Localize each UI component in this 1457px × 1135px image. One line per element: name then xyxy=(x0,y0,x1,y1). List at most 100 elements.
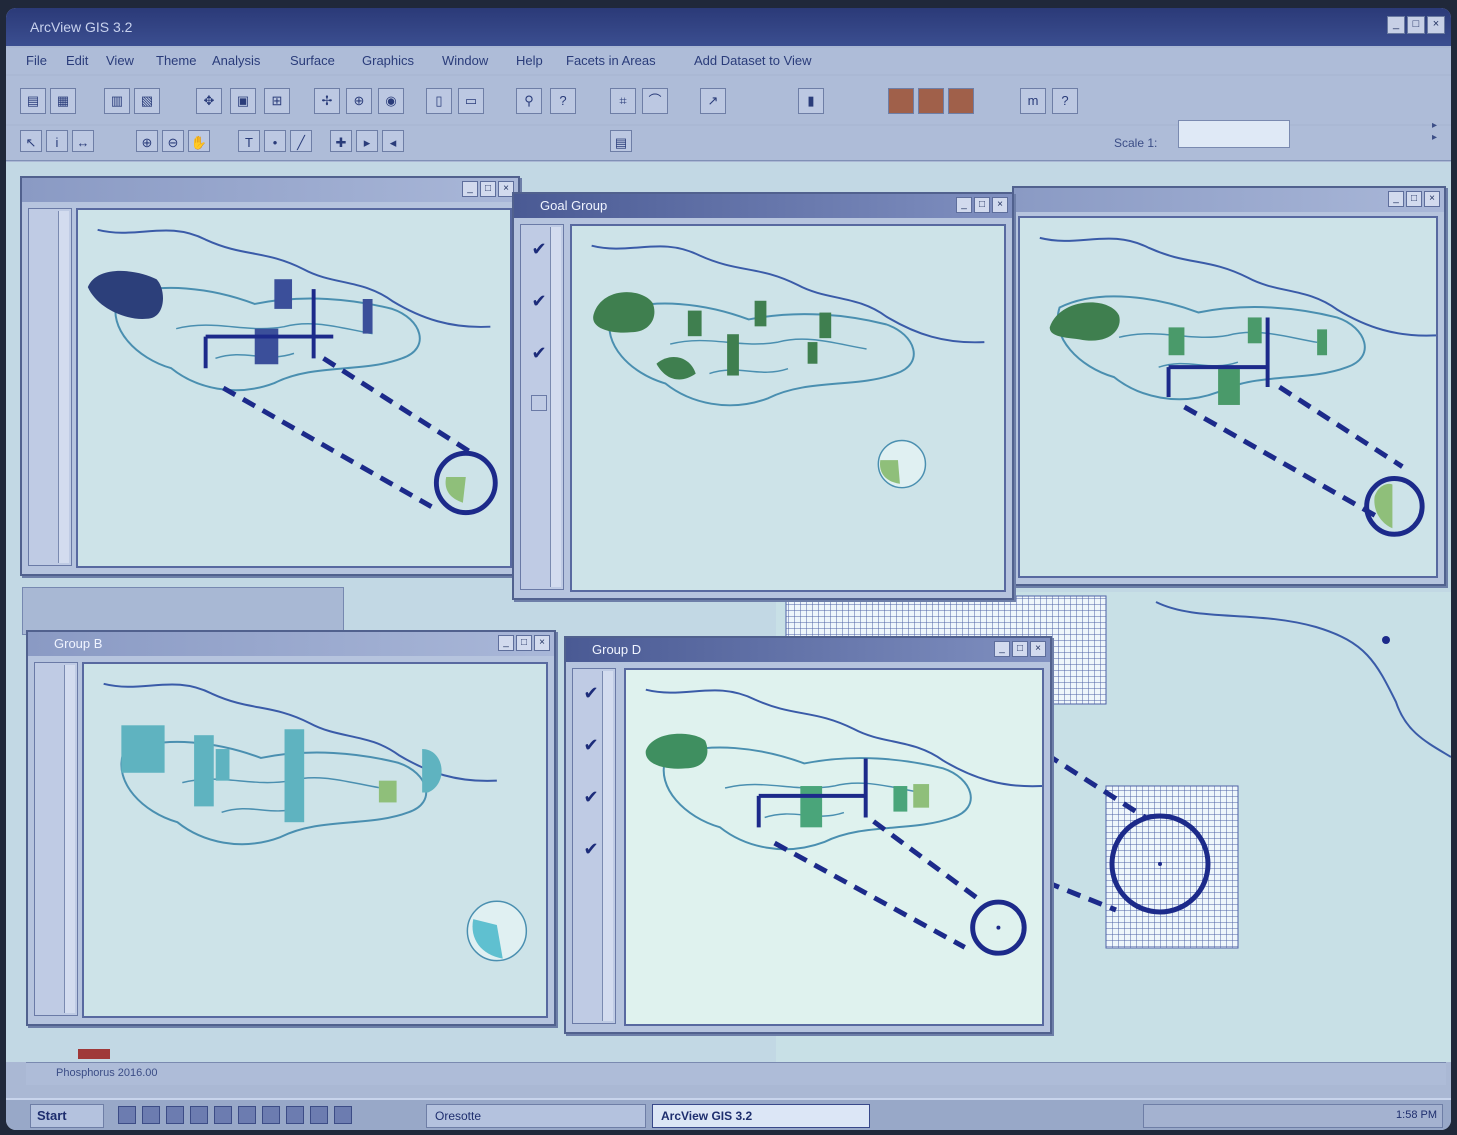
table-of-contents[interactable] xyxy=(28,208,72,566)
map-canvas[interactable] xyxy=(84,664,546,1016)
check-icon[interactable]: ✔ xyxy=(529,343,549,363)
check-icon[interactable]: ✔ xyxy=(581,683,601,703)
tool-icon[interactable]: ▧ xyxy=(134,88,160,114)
menu-graphics[interactable]: Graphics xyxy=(362,53,414,68)
tool-icon[interactable] xyxy=(918,88,944,114)
map-canvas[interactable] xyxy=(1020,218,1436,576)
scale-input[interactable] xyxy=(1178,120,1290,148)
menu-analysis[interactable]: Analysis xyxy=(212,53,260,68)
window-title[interactable]: Group D xyxy=(566,638,1050,662)
tool-icon[interactable]: ⊕ xyxy=(136,130,158,152)
tool-icon[interactable] xyxy=(948,88,974,114)
tool-icon[interactable]: T xyxy=(238,130,260,152)
quicklaunch-icon[interactable] xyxy=(214,1106,232,1124)
view-window-goal-group[interactable]: Goal Group _ □ × ✔ ✔ ✔ xyxy=(512,192,1014,600)
map-canvas[interactable] xyxy=(572,226,1004,590)
tool-icon[interactable]: ▯ xyxy=(426,88,452,114)
quicklaunch-icon[interactable] xyxy=(310,1106,328,1124)
tool-icon[interactable]: ⌗ xyxy=(610,88,636,114)
quicklaunch-icon[interactable] xyxy=(286,1106,304,1124)
tool-icon[interactable]: m xyxy=(1020,88,1046,114)
tool-icon[interactable]: ⌒ xyxy=(642,88,668,114)
close-icon[interactable]: × xyxy=(992,197,1008,213)
help-icon[interactable]: ? xyxy=(1052,88,1078,114)
quicklaunch-icon[interactable] xyxy=(190,1106,208,1124)
tool-icon[interactable] xyxy=(888,88,914,114)
window-title[interactable]: Group B xyxy=(28,632,554,656)
menu-surface[interactable]: Surface xyxy=(290,53,335,68)
table-of-contents[interactable]: ✔ ✔ ✔ ✔ xyxy=(572,668,616,1024)
tool-icon[interactable]: ✋ xyxy=(188,130,210,152)
tool-icon[interactable]: • xyxy=(264,130,286,152)
map-canvas[interactable] xyxy=(626,670,1042,1024)
view-window-3[interactable]: _ □ × xyxy=(1012,186,1446,586)
tool-icon[interactable]: ⚲ xyxy=(516,88,542,114)
tool-icon[interactable]: ✥ xyxy=(196,88,222,114)
taskbar-item[interactable]: Oresotte xyxy=(426,1104,646,1128)
tool-icon[interactable]: ▸ xyxy=(356,130,378,152)
app-close-icon[interactable]: × xyxy=(1427,16,1445,34)
app-maximize-icon[interactable]: □ xyxy=(1407,16,1425,34)
toc-scrollbar[interactable] xyxy=(64,665,75,1013)
map-display[interactable] xyxy=(1018,216,1438,578)
view-window-1[interactable]: _ □ × xyxy=(20,176,520,576)
quicklaunch-icon[interactable] xyxy=(118,1106,136,1124)
maximize-icon[interactable]: □ xyxy=(1406,191,1422,207)
start-button[interactable]: Start xyxy=(30,1104,104,1128)
menu-add-dataset[interactable]: Add Dataset to View xyxy=(694,53,812,68)
close-icon[interactable]: × xyxy=(534,635,550,651)
window-title[interactable]: Goal Group xyxy=(514,194,1012,218)
tool-icon[interactable]: ⊕ xyxy=(346,88,372,114)
minimize-icon[interactable]: _ xyxy=(956,197,972,213)
toc-scrollbar[interactable] xyxy=(58,211,69,563)
maximize-icon[interactable]: □ xyxy=(480,181,496,197)
toc-scrollbar[interactable] xyxy=(550,227,561,587)
minimize-icon[interactable]: _ xyxy=(994,641,1010,657)
tool-icon[interactable]: ◉ xyxy=(378,88,404,114)
tool-icon[interactable]: ◂ xyxy=(382,130,404,152)
quicklaunch-icon[interactable] xyxy=(142,1106,160,1124)
map-canvas[interactable] xyxy=(78,210,510,566)
check-icon[interactable]: ✔ xyxy=(581,787,601,807)
close-icon[interactable]: × xyxy=(1424,191,1440,207)
toc-scrollbar[interactable] xyxy=(602,671,613,1021)
check-icon[interactable]: ✔ xyxy=(529,291,549,311)
checkbox-unchecked[interactable] xyxy=(531,395,547,411)
menu-window[interactable]: Window xyxy=(442,53,488,68)
tool-icon[interactable]: ↔ xyxy=(72,130,94,152)
maximize-icon[interactable]: □ xyxy=(516,635,532,651)
minimize-icon[interactable]: _ xyxy=(462,181,478,197)
map-display[interactable] xyxy=(570,224,1006,592)
map-display[interactable] xyxy=(76,208,512,568)
tool-icon[interactable]: ▤ xyxy=(20,88,46,114)
check-icon[interactable]: ✔ xyxy=(581,735,601,755)
menu-view[interactable]: View xyxy=(106,53,134,68)
tool-icon[interactable]: ▮ xyxy=(798,88,824,114)
table-of-contents[interactable] xyxy=(34,662,78,1016)
tool-icon[interactable]: ✢ xyxy=(314,88,340,114)
quicklaunch-icon[interactable] xyxy=(166,1106,184,1124)
tool-icon[interactable]: ╱ xyxy=(290,130,312,152)
menu-help[interactable]: Help xyxy=(516,53,543,68)
tool-icon[interactable]: ↖ xyxy=(20,130,42,152)
menu-edit[interactable]: Edit xyxy=(66,53,88,68)
window-title-bar[interactable] xyxy=(22,178,518,202)
map-display[interactable] xyxy=(82,662,548,1018)
view-window-group-d[interactable]: Group D _ □ × ✔ ✔ ✔ ✔ xyxy=(564,636,1052,1034)
menu-file[interactable]: File xyxy=(26,53,47,68)
quicklaunch-icon[interactable] xyxy=(262,1106,280,1124)
menu-theme[interactable]: Theme xyxy=(156,53,196,68)
tool-icon[interactable]: ✚ xyxy=(330,130,352,152)
tool-icon[interactable]: ▥ xyxy=(104,88,130,114)
view-window-group-b[interactable]: Group B _ □ × xyxy=(26,630,556,1026)
tool-icon[interactable]: ▭ xyxy=(458,88,484,114)
tool-icon[interactable]: ⊞ xyxy=(264,88,290,114)
app-minimize-icon[interactable]: _ xyxy=(1387,16,1405,34)
tool-icon[interactable]: ▤ xyxy=(610,130,632,152)
check-icon[interactable]: ✔ xyxy=(581,839,601,859)
maximize-icon[interactable]: □ xyxy=(974,197,990,213)
minimize-icon[interactable]: _ xyxy=(1388,191,1404,207)
tool-icon[interactable]: ? xyxy=(550,88,576,114)
taskbar-item-arcview[interactable]: ArcView GIS 3.2 xyxy=(652,1104,870,1128)
tool-icon[interactable]: i xyxy=(46,130,68,152)
